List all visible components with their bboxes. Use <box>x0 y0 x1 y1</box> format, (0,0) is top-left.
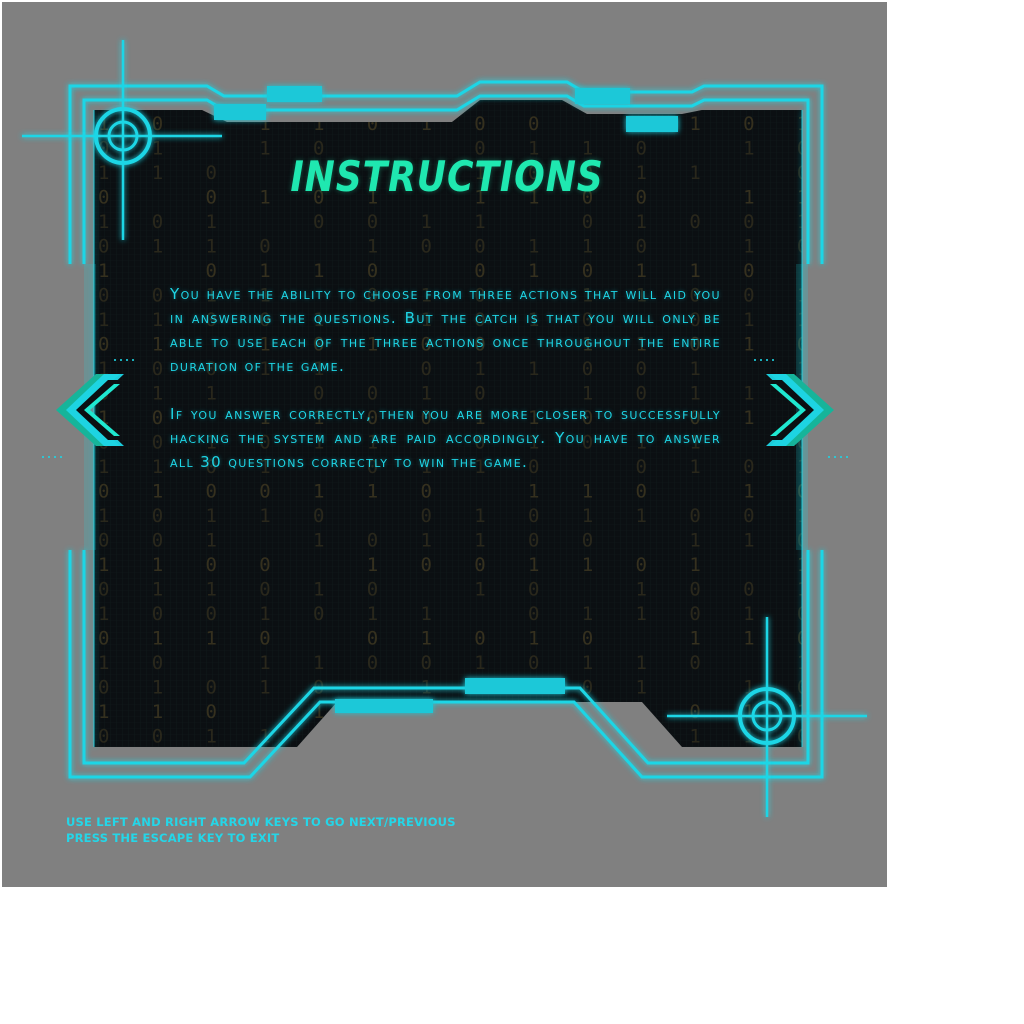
binary-digit-row: 1 0 1 1 0 1 0 0 1 1 0 1 <box>98 113 810 135</box>
binary-digit-row: 1 1 0 0 1 0 0 1 1 0 1 1 <box>98 554 810 576</box>
instructions-paragraph: If you answer correctly, then you are mo… <box>170 405 721 471</box>
binary-digit-row: 1 0 1 1 0 0 1 0 1 1 0 <box>98 260 810 282</box>
binary-digit-row: 0 0 1 1 0 1 0 1 0 0 1 1 0 <box>98 726 810 748</box>
previous-page-button[interactable] <box>48 370 128 450</box>
binary-digit-row: 0 0 1 1 0 1 1 0 0 1 1 0 <box>98 530 810 552</box>
binary-digit-row: 1 0 1 0 0 1 1 0 1 0 0 1 <box>98 211 810 233</box>
binary-digit-row: 1 0 0 1 0 1 1 0 1 1 0 1 0 <box>98 603 810 625</box>
controls-hint-line: PRESS THE ESCAPE KEY TO EXIT <box>66 831 280 845</box>
game-screen: 1 0 1 1 0 1 0 0 1 1 0 10 1 1 0 0 1 1 0 1… <box>2 2 887 887</box>
binary-digit-row: 1 0 1 1 0 0 1 0 1 1 0 1 <box>98 652 810 674</box>
binary-digit-row: 1 1 0 1 0 1 0 0 1 1 0 1 1 <box>98 701 810 723</box>
binary-digit-row: 0 1 1 0 0 1 0 1 0 1 1 0 <box>98 628 810 650</box>
chevron-right-icon <box>766 374 834 446</box>
binary-digit-row: 0 1 1 0 1 0 1 0 1 0 0 1 <box>98 579 810 601</box>
binary-digit-row: 1 0 1 1 0 0 1 0 1 1 0 0 1 <box>98 505 810 527</box>
next-page-button[interactable] <box>762 370 842 450</box>
chevron-left-icon <box>56 374 124 446</box>
instructions-paragraph: You have the ability to choose from thre… <box>170 285 721 375</box>
instructions-body: You have the ability to choose from thre… <box>170 282 721 498</box>
controls-hint-line: USE LEFT AND RIGHT ARROW KEYS TO GO NEXT… <box>66 815 456 829</box>
controls-hint: USE LEFT AND RIGHT ARROW KEYS TO GO NEXT… <box>66 814 456 846</box>
page-title: INSTRUCTIONS <box>290 152 604 201</box>
binary-digit-row: 0 1 1 0 1 0 0 1 1 0 1 0 <box>98 236 810 258</box>
